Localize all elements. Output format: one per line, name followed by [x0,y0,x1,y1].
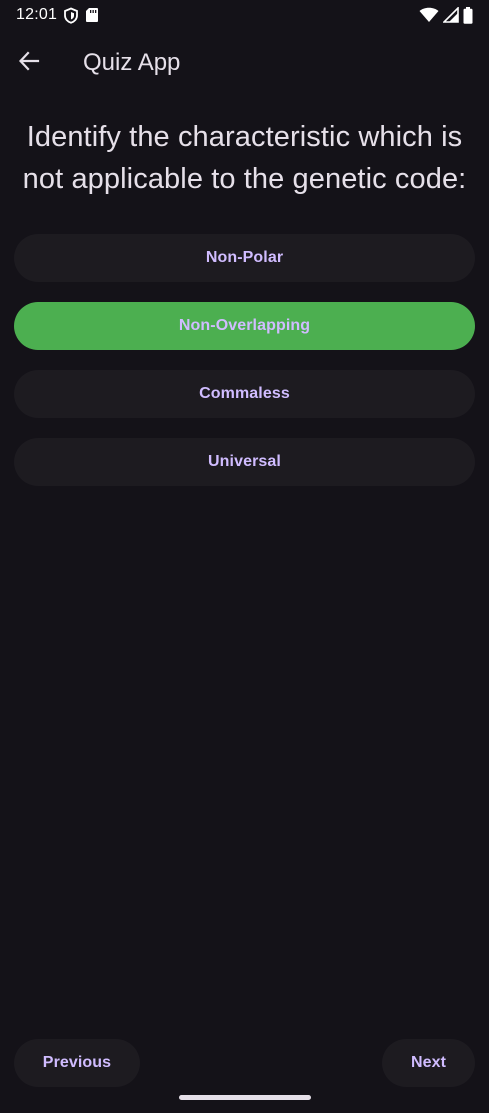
shield-icon [63,7,79,24]
quiz-screen: 12:01 Quiz App Identify the characterist… [0,0,489,1113]
option-button-selected[interactable]: Non-Overlapping [14,302,475,350]
back-button[interactable] [0,32,58,94]
option-label: Commaless [199,385,290,402]
top-app-bar: Quiz App [0,32,489,94]
signal-icon [443,7,459,23]
battery-icon [463,6,473,24]
app-title: Quiz App [83,49,181,76]
next-button[interactable]: Next [382,1039,475,1087]
wifi-icon [419,7,439,23]
sd-card-icon [85,7,99,23]
status-bar: 12:01 [0,0,489,30]
answer-options: Non-Polar Non-Overlapping Commaless Univ… [14,234,475,506]
status-left: 12:01 [16,6,99,24]
status-right [419,6,473,24]
option-button[interactable]: Non-Polar [14,234,475,282]
option-label: Universal [208,453,281,470]
previous-button[interactable]: Previous [14,1039,140,1087]
option-label: Non-Polar [205,249,284,266]
question-text: Identify the characteristic which is not… [22,121,467,195]
previous-label: Previous [42,1054,112,1071]
arrow-back-icon [18,50,40,77]
option-button[interactable]: Universal [14,438,475,486]
home-indicator[interactable] [179,1095,311,1100]
status-time: 12:01 [16,6,58,23]
option-label: Non-Overlapping [178,317,311,334]
option-button[interactable]: Commaless [14,370,475,418]
next-label: Next [410,1054,447,1071]
